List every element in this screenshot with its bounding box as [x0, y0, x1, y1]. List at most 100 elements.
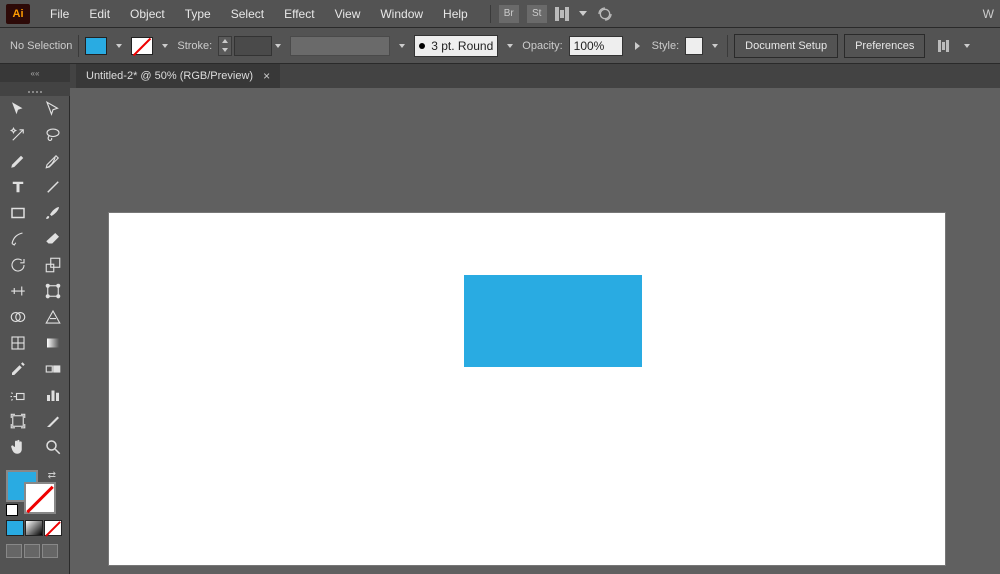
graphic-style-swatch[interactable] — [685, 37, 703, 55]
blend-tool[interactable] — [35, 356, 70, 382]
menu-view[interactable]: View — [325, 0, 371, 28]
stroke-dropdown[interactable] — [159, 37, 171, 55]
menu-window[interactable]: Window — [370, 0, 433, 28]
rotate-tool[interactable] — [0, 252, 35, 278]
type-tool[interactable] — [0, 174, 35, 200]
color-controls: ⇄ — [0, 466, 69, 540]
stroke-weight-dropdown[interactable] — [272, 37, 284, 55]
paintbrush-tool[interactable] — [35, 200, 70, 226]
sync-settings-icon[interactable] — [595, 6, 615, 22]
opacity-dropdown[interactable] — [635, 42, 640, 50]
menu-select[interactable]: Select — [221, 0, 274, 28]
artboard[interactable] — [108, 212, 946, 566]
menu-file[interactable]: File — [40, 0, 79, 28]
symbol-sprayer-tool[interactable] — [0, 382, 35, 408]
shape-builder-tool[interactable] — [0, 304, 35, 330]
menu-bar: Ai File Edit Object Type Select Effect V… — [0, 0, 1000, 28]
divider — [490, 5, 491, 23]
align-dropdown[interactable] — [961, 37, 973, 55]
document-tab[interactable]: Untitled-2* @ 50% (RGB/Preview) × — [76, 64, 280, 88]
style-dropdown[interactable] — [709, 37, 721, 55]
lasso-tool[interactable] — [35, 122, 70, 148]
workspace-indicator[interactable]: W — [983, 7, 994, 21]
chevron-down-icon[interactable] — [579, 11, 587, 16]
canvas-area[interactable] — [70, 88, 1000, 574]
free-transform-tool[interactable] — [35, 278, 70, 304]
divider — [727, 35, 728, 57]
menu-object[interactable]: Object — [120, 0, 175, 28]
stroke-weight-value[interactable] — [234, 36, 272, 56]
eyedropper-tool[interactable] — [0, 356, 35, 382]
opacity-label: Opacity: — [522, 40, 562, 52]
color-mode-solid[interactable] — [6, 520, 24, 536]
brush-dropdown[interactable] — [504, 37, 516, 55]
draw-normal[interactable] — [6, 544, 22, 558]
rectangle-tool[interactable] — [0, 200, 35, 226]
color-mode-none[interactable] — [44, 520, 62, 536]
brush-name: 3 pt. Round — [431, 39, 493, 53]
fill-stroke-indicator[interactable]: ⇄ — [6, 470, 56, 514]
stroke-weight-field[interactable] — [218, 36, 284, 56]
curvature-tool[interactable] — [35, 148, 70, 174]
tool-grid — [0, 96, 69, 460]
stroke-weight-down[interactable] — [219, 46, 231, 55]
stroke-label: Stroke: — [177, 40, 212, 52]
align-panel-icon[interactable] — [931, 35, 955, 57]
toolbox: ⇄ — [0, 88, 70, 574]
artboard-tool[interactable] — [0, 408, 35, 434]
direct-selection-tool[interactable] — [35, 96, 70, 122]
document-setup-button[interactable]: Document Setup — [734, 34, 838, 58]
arrange-documents-icon[interactable] — [555, 7, 569, 21]
app-logo: Ai — [6, 4, 30, 24]
toolbox-grip[interactable] — [0, 88, 70, 96]
default-fill-stroke-icon[interactable] — [6, 504, 18, 516]
draw-behind[interactable] — [24, 544, 40, 558]
color-mode-row — [6, 520, 63, 536]
menu-effect[interactable]: Effect — [274, 0, 324, 28]
divider — [78, 35, 79, 57]
opacity-field[interactable]: 100% — [569, 36, 623, 56]
mesh-tool[interactable] — [0, 330, 35, 356]
fill-swatch[interactable] — [85, 37, 107, 55]
shaper-tool[interactable] — [0, 226, 35, 252]
draw-mode-row — [0, 540, 69, 562]
slice-tool[interactable] — [35, 408, 70, 434]
brush-definition[interactable]: 3 pt. Round — [414, 35, 498, 57]
draw-inside[interactable] — [42, 544, 58, 558]
pen-tool[interactable] — [0, 148, 35, 174]
menubar-icon-group: Br St — [490, 5, 615, 23]
rectangle-shape[interactable] — [464, 275, 642, 367]
bridge-icon[interactable]: Br — [499, 5, 519, 23]
menu-help[interactable]: Help — [433, 0, 478, 28]
width-tool[interactable] — [0, 278, 35, 304]
menu-type[interactable]: Type — [175, 0, 221, 28]
selection-status: No Selection — [10, 40, 72, 52]
document-tabstrip: «« Untitled-2* @ 50% (RGB/Preview) × — [0, 64, 1000, 88]
fill-dropdown[interactable] — [113, 37, 125, 55]
swap-fill-stroke-icon[interactable]: ⇄ — [48, 470, 56, 481]
profile-dropdown[interactable] — [396, 37, 408, 55]
menu-edit[interactable]: Edit — [79, 0, 120, 28]
magic-wand-tool[interactable] — [0, 122, 35, 148]
control-bar: No Selection Stroke: 3 pt. Round Opacity… — [0, 28, 1000, 64]
document-tab-title: Untitled-2* @ 50% (RGB/Preview) — [86, 70, 253, 82]
zoom-tool[interactable] — [35, 434, 70, 460]
brush-dot-icon — [419, 43, 425, 49]
stroke-weight-up[interactable] — [219, 37, 231, 46]
line-segment-tool[interactable] — [35, 174, 70, 200]
hand-tool[interactable] — [0, 434, 35, 460]
close-icon[interactable]: × — [263, 69, 270, 83]
preferences-button[interactable]: Preferences — [844, 34, 925, 58]
toolbox-collapse-handle[interactable]: «« — [0, 64, 70, 82]
eraser-tool[interactable] — [35, 226, 70, 252]
selection-tool[interactable] — [0, 96, 35, 122]
variable-width-profile[interactable] — [290, 36, 390, 56]
stock-icon[interactable]: St — [527, 5, 547, 23]
stroke-color-box[interactable] — [24, 482, 56, 514]
gradient-tool[interactable] — [35, 330, 70, 356]
color-mode-gradient[interactable] — [25, 520, 43, 536]
stroke-swatch[interactable] — [131, 37, 153, 55]
column-graph-tool[interactable] — [35, 382, 70, 408]
scale-tool[interactable] — [35, 252, 70, 278]
perspective-grid-tool[interactable] — [35, 304, 70, 330]
